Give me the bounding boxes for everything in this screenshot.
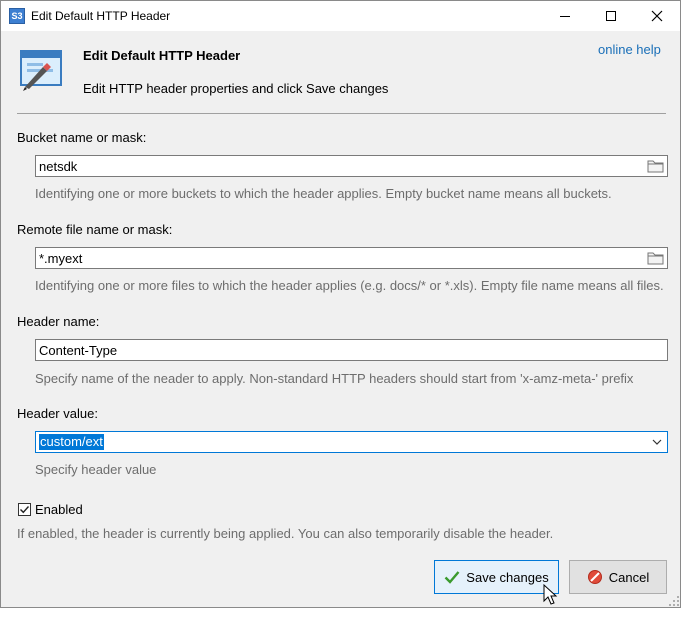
chevron-down-icon[interactable]	[651, 436, 663, 448]
close-icon	[651, 10, 663, 22]
dialog-heading: Edit Default HTTP Header	[83, 48, 241, 63]
checkmark-icon	[20, 506, 30, 514]
dialog-window: S3 Edit Default HTTP Header Edit Default…	[0, 0, 681, 608]
remote-file-input-value: *.myext	[39, 251, 83, 266]
header-name-input[interactable]: Content-Type	[35, 339, 668, 361]
close-button[interactable]	[634, 1, 680, 31]
folder-icon[interactable]	[647, 159, 664, 173]
header-name-hint: Specify name of the neader to apply. Non…	[35, 371, 634, 386]
app-icon: S3	[9, 8, 25, 24]
folder-icon[interactable]	[647, 251, 664, 265]
mouse-cursor-icon	[543, 584, 558, 605]
header-value-label: Header value:	[17, 406, 98, 421]
window-title: Edit Default HTTP Header	[31, 9, 171, 23]
bucket-label: Bucket name or mask:	[17, 130, 147, 145]
maximize-button[interactable]	[588, 1, 634, 31]
online-help-link[interactable]: online help	[598, 42, 661, 57]
bucket-input-value: netsdk	[39, 159, 78, 174]
bucket-input[interactable]: netsdk	[35, 155, 668, 177]
save-changes-label: Save changes	[466, 569, 549, 585]
bucket-hint: Identifying one or more buckets to which…	[35, 186, 612, 201]
header-value-selected-text: custom/ext	[39, 434, 104, 450]
checkmark-icon	[444, 571, 460, 584]
maximize-icon	[606, 11, 616, 21]
enabled-hint: If enabled, the header is currently bein…	[17, 526, 554, 541]
enabled-label[interactable]: Enabled	[35, 502, 83, 517]
minimize-icon	[560, 15, 570, 17]
save-changes-button[interactable]: Save changes	[434, 560, 559, 594]
enabled-checkbox[interactable]	[18, 503, 31, 516]
title-bar[interactable]: S3 Edit Default HTTP Header	[1, 1, 680, 31]
remote-file-input[interactable]: *.myext	[35, 247, 668, 269]
remote-file-label: Remote file name or mask:	[17, 222, 173, 237]
dialog-subheading: Edit HTTP header properties and click Sa…	[83, 81, 389, 96]
resize-grip-icon[interactable]	[668, 595, 680, 607]
header-value-hint: Specify header value	[35, 462, 157, 477]
remote-file-hint: Identifying one or more files to which t…	[35, 278, 664, 293]
cancel-icon	[587, 570, 602, 584]
minimize-button[interactable]	[542, 1, 588, 31]
cancel-button[interactable]: Cancel	[569, 560, 667, 594]
header-name-label: Header name:	[17, 314, 100, 329]
cancel-label: Cancel	[608, 569, 650, 585]
header-value-combobox[interactable]: custom/ext	[35, 431, 668, 453]
edit-header-icon	[20, 50, 62, 91]
header-name-input-value: Content-Type	[39, 343, 118, 358]
header-divider	[17, 113, 666, 114]
